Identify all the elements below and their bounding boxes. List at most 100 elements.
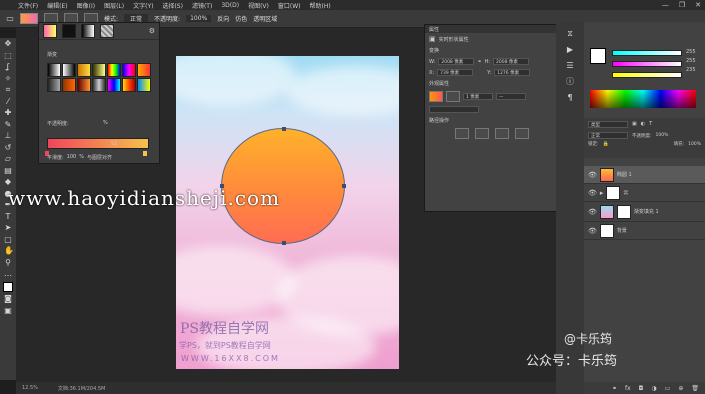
gradient-preset[interactable] — [122, 63, 136, 77]
color-stop-right[interactable] — [143, 151, 147, 156]
history-brush-icon[interactable]: ↺ — [4, 143, 12, 152]
gradient-preset[interactable] — [47, 63, 61, 77]
gradient-preset[interactable] — [92, 63, 106, 77]
fill-input[interactable]: 100% — [688, 142, 701, 147]
color-spectrum[interactable] — [590, 90, 696, 108]
height-input[interactable]: 2008 像素 — [493, 58, 529, 65]
menu-item-select[interactable]: 选择(S) — [162, 1, 183, 10]
gradient-preset[interactable] — [77, 78, 91, 92]
gradient-tool-icon[interactable]: ▭ — [6, 14, 14, 23]
layer-row-ellipse[interactable]: 👁 椭圆 1 — [584, 166, 705, 184]
layer-row-gradient[interactable]: 👁 渐变填充 1 — [584, 202, 705, 222]
menu-item-3d[interactable]: 3D(D) — [221, 2, 239, 9]
gradient-tool-icon[interactable]: ▤ — [4, 166, 12, 175]
gradient-preset[interactable] — [92, 78, 106, 92]
smoothness-input[interactable]: 100 — [67, 154, 77, 161]
blue-value[interactable]: 235 — [686, 67, 696, 73]
foreground-color-swatch[interactable] — [590, 48, 606, 64]
gradient-swatch[interactable] — [20, 13, 38, 24]
stamp-tool-icon[interactable]: ⊥ — [4, 132, 12, 140]
stroke-width-input[interactable]: 1 像素 — [463, 93, 493, 100]
menu-item-view[interactable]: 视图(V) — [248, 1, 269, 10]
filter-pixel-icon[interactable]: ▣ — [632, 121, 637, 128]
close-icon[interactable]: ✕ — [695, 1, 701, 9]
x-input[interactable]: 739 像素 — [437, 69, 474, 76]
menu-item-window[interactable]: 窗口(W) — [278, 1, 301, 10]
stroke-swatch[interactable] — [446, 91, 460, 102]
layer-name[interactable]: 渐变填充 1 — [634, 208, 659, 215]
type-tool-icon[interactable]: T — [4, 212, 12, 221]
stroke-style-select[interactable]: — — [496, 93, 526, 100]
history-icon[interactable]: ⧖ — [566, 30, 574, 38]
gradient-preset[interactable] — [137, 63, 151, 77]
gradient-bar[interactable] — [47, 138, 149, 149]
menu-item-type[interactable]: 文字(Y) — [133, 1, 153, 10]
width-input[interactable]: 2008 像素 — [438, 58, 475, 65]
lasso-tool-icon[interactable]: ʆ — [4, 63, 12, 71]
paragraph-icon[interactable]: ¶ — [566, 94, 574, 102]
gear-icon[interactable]: ⚙ — [149, 27, 155, 35]
brush-tool-icon[interactable]: ✎ — [4, 120, 12, 129]
healing-brush-icon[interactable]: ✚ — [4, 109, 12, 117]
new-layer-icon[interactable]: ⊕ — [678, 385, 683, 392]
layer-name[interactable]: 椭圆 1 — [617, 171, 632, 178]
blur-tool-icon[interactable]: ◆ — [4, 178, 12, 186]
blue-slider[interactable] — [612, 72, 682, 78]
anchor-point[interactable] — [282, 127, 286, 131]
actions-icon[interactable]: ▶ — [566, 46, 574, 54]
menu-item-file[interactable]: 文件(F) — [18, 1, 38, 10]
exclude-shape-icon[interactable] — [515, 128, 529, 139]
visibility-eye-icon[interactable]: 👁 — [588, 227, 597, 235]
color-swatches-icon[interactable] — [3, 281, 13, 292]
menu-item-filter[interactable]: 滤镜(T) — [192, 1, 212, 10]
anchor-point[interactable] — [282, 241, 286, 245]
layer-row-background[interactable]: 👁 背景 — [584, 222, 705, 240]
crop-tool-icon[interactable]: ⌗ — [4, 86, 12, 94]
gradient-preset[interactable] — [62, 24, 76, 38]
intersect-shape-icon[interactable] — [495, 128, 509, 139]
filter-type-icon[interactable]: T — [649, 121, 652, 128]
new-group-icon[interactable]: ▭ — [665, 385, 671, 392]
more-tools-icon[interactable]: … — [4, 270, 12, 278]
gradient-preset[interactable] — [137, 78, 151, 92]
filter-adjust-icon[interactable]: ◐ — [641, 121, 645, 128]
link-icon[interactable]: ⚭ — [477, 59, 481, 65]
properties-icon[interactable]: ☰ — [566, 62, 574, 70]
blend-mode-select[interactable]: 正常 — [588, 132, 628, 139]
zoom-tool-icon[interactable]: ⚲ — [4, 258, 12, 267]
opacity-input[interactable]: 100% — [186, 15, 212, 22]
marquee-tool-icon[interactable]: ⬚ — [4, 51, 12, 60]
layer-row-cloud[interactable]: 👁 ▸ 云 — [584, 184, 705, 202]
zoom-level[interactable]: 12.5% — [22, 385, 38, 391]
quick-mask-icon[interactable]: ◙ — [4, 295, 12, 303]
shape-tool-icon[interactable]: ▢ — [4, 235, 12, 244]
visibility-eye-icon[interactable]: 👁 — [588, 171, 597, 179]
minimize-icon[interactable]: — — [662, 1, 669, 9]
dither-checkbox[interactable]: 仿色 — [235, 14, 247, 23]
gradient-preset[interactable] — [62, 63, 76, 77]
delete-layer-icon[interactable]: 🗑 — [691, 385, 699, 392]
gradient-preset[interactable] — [81, 24, 95, 38]
align-with-layer-checkbox[interactable]: 与图层对齐 — [87, 154, 112, 161]
layer-name[interactable]: 背景 — [617, 227, 627, 234]
move-tool-icon[interactable]: ✥ — [4, 40, 12, 48]
gradient-preset[interactable] — [100, 24, 114, 38]
hand-tool-icon[interactable]: ✋ — [4, 247, 14, 255]
lock-icon[interactable]: 🔒 — [603, 141, 609, 147]
magic-wand-icon[interactable]: ✧ — [4, 74, 12, 83]
anchor-point[interactable] — [342, 184, 346, 188]
layer-opacity-input[interactable]: 100% — [656, 133, 669, 138]
menu-item-layer[interactable]: 图层(L) — [104, 1, 124, 10]
gradient-preset[interactable] — [77, 63, 91, 77]
green-value[interactable]: 255 — [686, 58, 696, 64]
fx-icon[interactable]: fx — [625, 385, 631, 392]
menu-item-help[interactable]: 帮助(H) — [310, 1, 331, 10]
menu-item-edit[interactable]: 编辑(E) — [47, 1, 67, 10]
transparency-checkbox[interactable]: 透明区域 — [253, 14, 277, 23]
layer-name[interactable]: 云 — [623, 189, 628, 196]
combine-shapes-icon[interactable] — [455, 128, 469, 139]
gradient-preset[interactable] — [43, 24, 57, 38]
location-input[interactable]: 52 — [111, 141, 117, 147]
screen-mode-icon[interactable]: ▣ — [4, 306, 12, 315]
visibility-eye-icon[interactable]: 👁 — [588, 189, 597, 197]
